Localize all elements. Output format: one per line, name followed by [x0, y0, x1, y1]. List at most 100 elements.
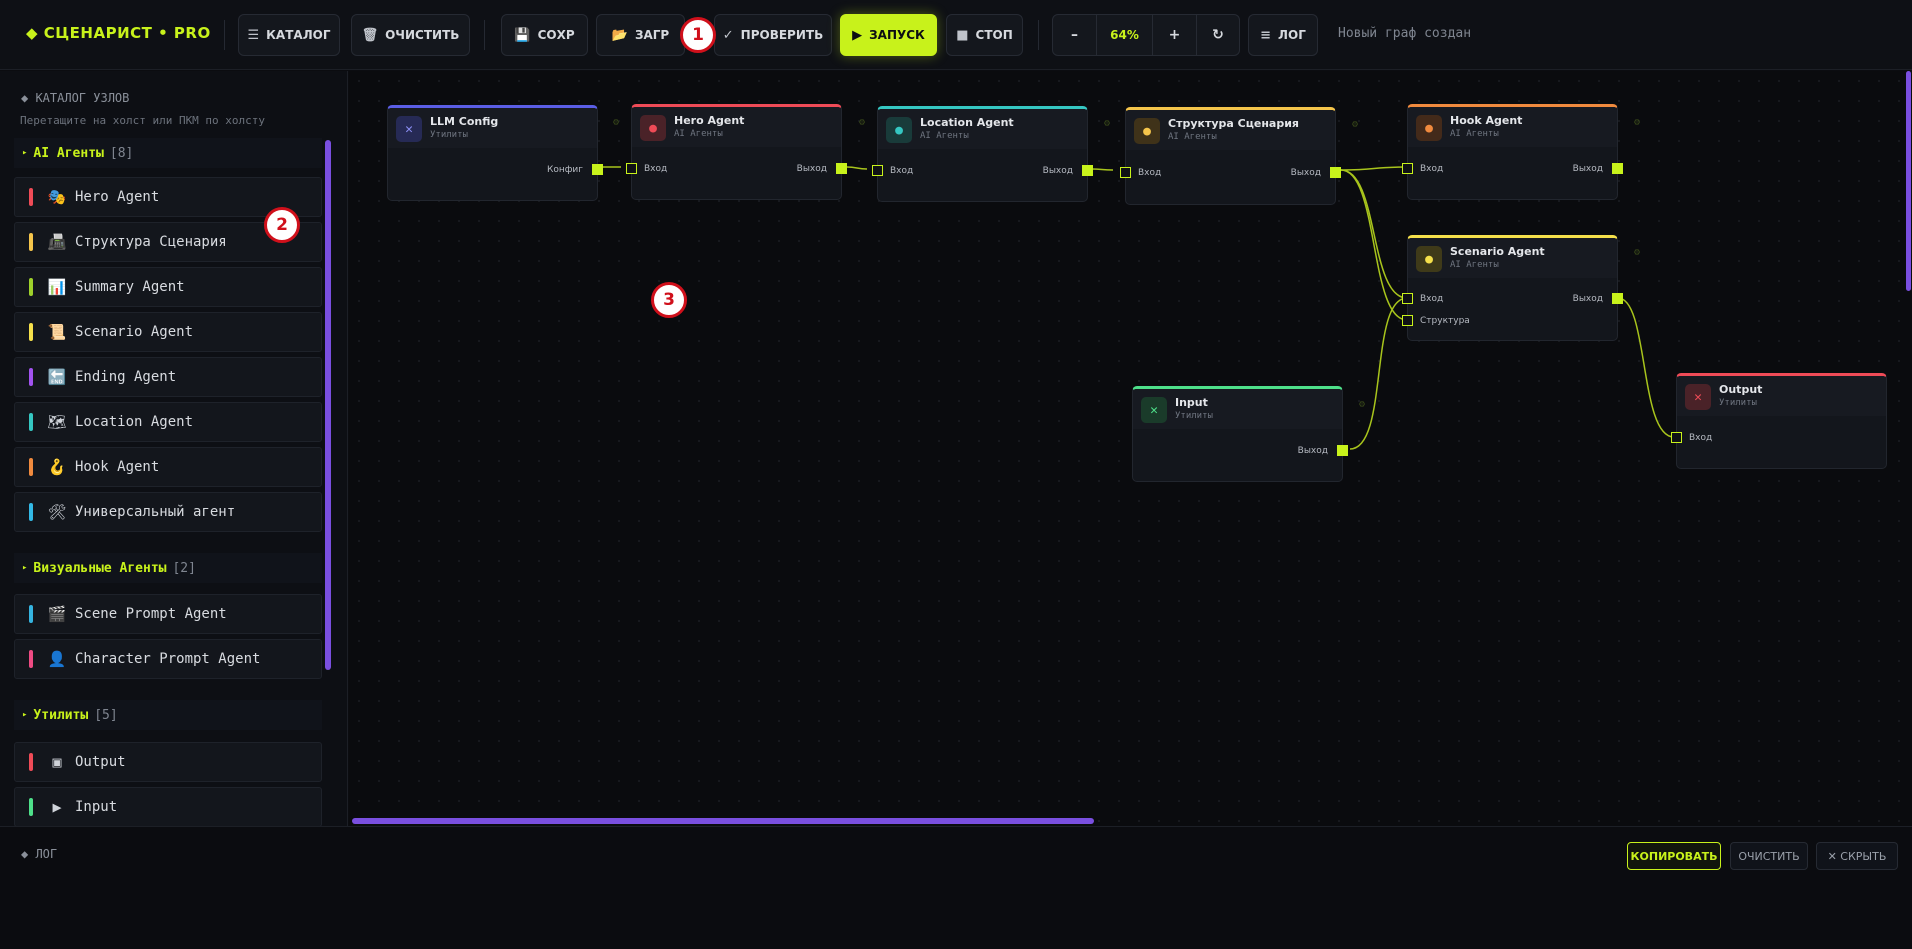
node-scenario-agent[interactable]: ● Scenario Agent AI Агенты Вход Структур… [1402, 235, 1623, 341]
gear-icon[interactable]: ⚙ [1634, 117, 1640, 128]
output-port[interactable] [836, 163, 847, 174]
catalog-item-scenario-agent[interactable]: 📜 Scenario Agent [14, 312, 322, 352]
catalog-title: ◆ КАТАЛОГ УЗЛОВ [21, 91, 130, 105]
node-location-agent[interactable]: ● Location Agent AI Агенты Вход Выход [872, 106, 1093, 202]
color-indicator [29, 650, 33, 668]
log-button-label: ЛОГ [1278, 28, 1306, 42]
port-label: Структура [1420, 316, 1470, 326]
gear-icon[interactable]: ⚙ [1634, 247, 1640, 258]
port-label: Выход [1290, 168, 1321, 178]
wire-hero-to-location [846, 166, 868, 170]
log-title: ◆ ЛОГ [21, 847, 58, 861]
gear-icon[interactable]: ⚙ [1359, 399, 1365, 410]
catalog-item-scene-prompt-agent[interactable]: 🎬 Scene Prompt Agent [14, 594, 322, 634]
sidebar-scrollbar[interactable] [325, 140, 331, 670]
node-header: ✕ Input Утилиты [1133, 389, 1342, 429]
output-port[interactable] [1082, 165, 1093, 176]
annotation-badge-2: 2 [264, 207, 300, 243]
port-label: Выход [1297, 446, 1328, 456]
input-port[interactable] [1671, 432, 1682, 443]
copy-log-button[interactable]: КОПИРОВАТЬ [1627, 842, 1721, 870]
hide-log-button[interactable]: ✕ СКРЫТЬ [1816, 842, 1898, 870]
node-output[interactable]: ✕ Output Утилиты Вход [1671, 373, 1887, 469]
gear-icon[interactable]: ⚙ [1104, 118, 1110, 129]
catalog-item-universal-agent[interactable]: 🛠 Универсальный агент [14, 492, 322, 532]
node-subtitle: AI Агенты [1450, 260, 1499, 270]
zoom-out-button[interactable]: – [1053, 15, 1097, 55]
save-button[interactable]: 💾 СОХР [501, 14, 588, 56]
node-title: Scenario Agent [1450, 245, 1545, 258]
node-hook-agent[interactable]: ● Hook Agent AI Агенты Вход Выход [1402, 104, 1623, 200]
color-indicator [29, 233, 33, 251]
gear-icon[interactable]: ⚙ [859, 117, 865, 128]
port-label: Вход [890, 166, 914, 176]
wire-input-to-scenario [1349, 297, 1408, 450]
catalog-hint: Перетащите на холст или ПКМ по холсту [20, 114, 266, 127]
section-ai-agents[interactable]: ▸ AI Агенты [8] [14, 138, 322, 168]
section-utilities[interactable]: ▸ Утилиты [5] [14, 700, 322, 730]
catalog-item-label: Input [75, 799, 118, 815]
canvas-vertical-scrollbar[interactable] [1906, 71, 1911, 291]
color-indicator [29, 753, 33, 771]
catalog-item-ending-agent[interactable]: 🔚 Ending Agent [14, 357, 322, 397]
node-header: ● Структура Сценария AI Агенты [1126, 110, 1335, 150]
output-port-config[interactable] [592, 164, 603, 175]
zoom-in-button[interactable]: + [1153, 15, 1197, 55]
port-label: Вход [1420, 164, 1444, 174]
wire-structure-to-hook [1340, 166, 1408, 171]
wire-structure-to-scenario-structure [1340, 169, 1408, 321]
zoom-level: 64% [1097, 15, 1153, 55]
input-port-structure[interactable] [1402, 315, 1413, 326]
input-port[interactable] [1402, 163, 1413, 174]
node-hero-agent[interactable]: ● Hero Agent AI Агенты Вход Выход [626, 104, 847, 200]
catalog-item-summary-agent[interactable]: 📊 Summary Agent [14, 267, 322, 307]
catalog-item-label: Hook Agent [75, 459, 160, 475]
stop-button-label: СТОП [975, 28, 1013, 42]
input-port[interactable] [626, 163, 637, 174]
catalog-item-location-agent[interactable]: 🗺 Location Agent [14, 402, 322, 442]
clear-log-button[interactable]: ОЧИСТИТЬ [1730, 842, 1808, 870]
run-button[interactable]: ▶ ЗАПУСК [840, 14, 937, 56]
node-title: Input [1175, 396, 1208, 409]
canvas-horizontal-scrollbar[interactable] [352, 818, 1094, 824]
output-port[interactable] [1337, 445, 1348, 456]
robot-icon: ● [886, 117, 912, 143]
caret-right-icon: ▸ [22, 710, 28, 720]
catalog-item-hook-agent[interactable]: 🪝 Hook Agent [14, 447, 322, 487]
load-button[interactable]: 📂 ЗАГР [596, 14, 685, 56]
annotation-badge-1: 1 [680, 17, 716, 53]
catalog-item-label: Ending Agent [75, 369, 177, 385]
output-port[interactable] [1612, 163, 1623, 174]
catalog-button[interactable]: ☰ КАТАЛОГ [238, 14, 340, 56]
node-input[interactable]: ✕ Input Утилиты Выход [1132, 386, 1348, 482]
node-title: LLM Config [430, 115, 499, 128]
catalog-item-label: Character Prompt Agent [75, 651, 261, 667]
port-label: Вход [1420, 294, 1444, 304]
graph-canvas[interactable]: ✕ LLM Config Утилиты Конфиг ⚙ ● Hero Age… [349, 71, 1912, 826]
catalog-item-output[interactable]: ▣ Output [14, 742, 322, 782]
input-port[interactable] [1120, 167, 1131, 178]
tools-icon: ✕ [1685, 384, 1711, 410]
node-scenario-structure[interactable]: ● Структура Сценария AI Агенты Вход Выхо… [1120, 107, 1341, 205]
fax-icon: 📠 [47, 233, 67, 251]
theater-mask-icon: 🎭 [47, 188, 67, 206]
input-port[interactable] [1402, 293, 1413, 304]
check-button[interactable]: ✓ ПРОВЕРИТЬ [714, 14, 832, 56]
node-llm-config[interactable]: ✕ LLM Config Утилиты Конфиг [387, 105, 603, 201]
reset-zoom-button[interactable]: ↻ [1197, 15, 1239, 55]
output-port[interactable] [1330, 167, 1341, 178]
color-indicator [29, 278, 33, 296]
section-visual-agents[interactable]: ▸ Визуальные Агенты [2] [14, 553, 322, 583]
stop-button[interactable]: ■ СТОП [946, 14, 1023, 56]
clear-graph-button[interactable]: 🗑 ОЧИСТИТЬ [351, 14, 470, 56]
gear-icon[interactable]: ⚙ [613, 117, 619, 128]
catalog-item-character-prompt-agent[interactable]: 👤 Character Prompt Agent [14, 639, 322, 679]
catalog-item-input[interactable]: ▶ Input [14, 787, 322, 826]
zoom-controls: – 64% + ↻ [1052, 14, 1240, 56]
input-port[interactable] [872, 165, 883, 176]
gear-icon[interactable]: ⚙ [1352, 119, 1358, 130]
output-port[interactable] [1612, 293, 1623, 304]
catalog-item-label: Scene Prompt Agent [75, 606, 227, 622]
log-toggle-button[interactable]: ≡ ЛОГ [1248, 14, 1318, 56]
node-header: ✕ LLM Config Утилиты [388, 108, 597, 148]
